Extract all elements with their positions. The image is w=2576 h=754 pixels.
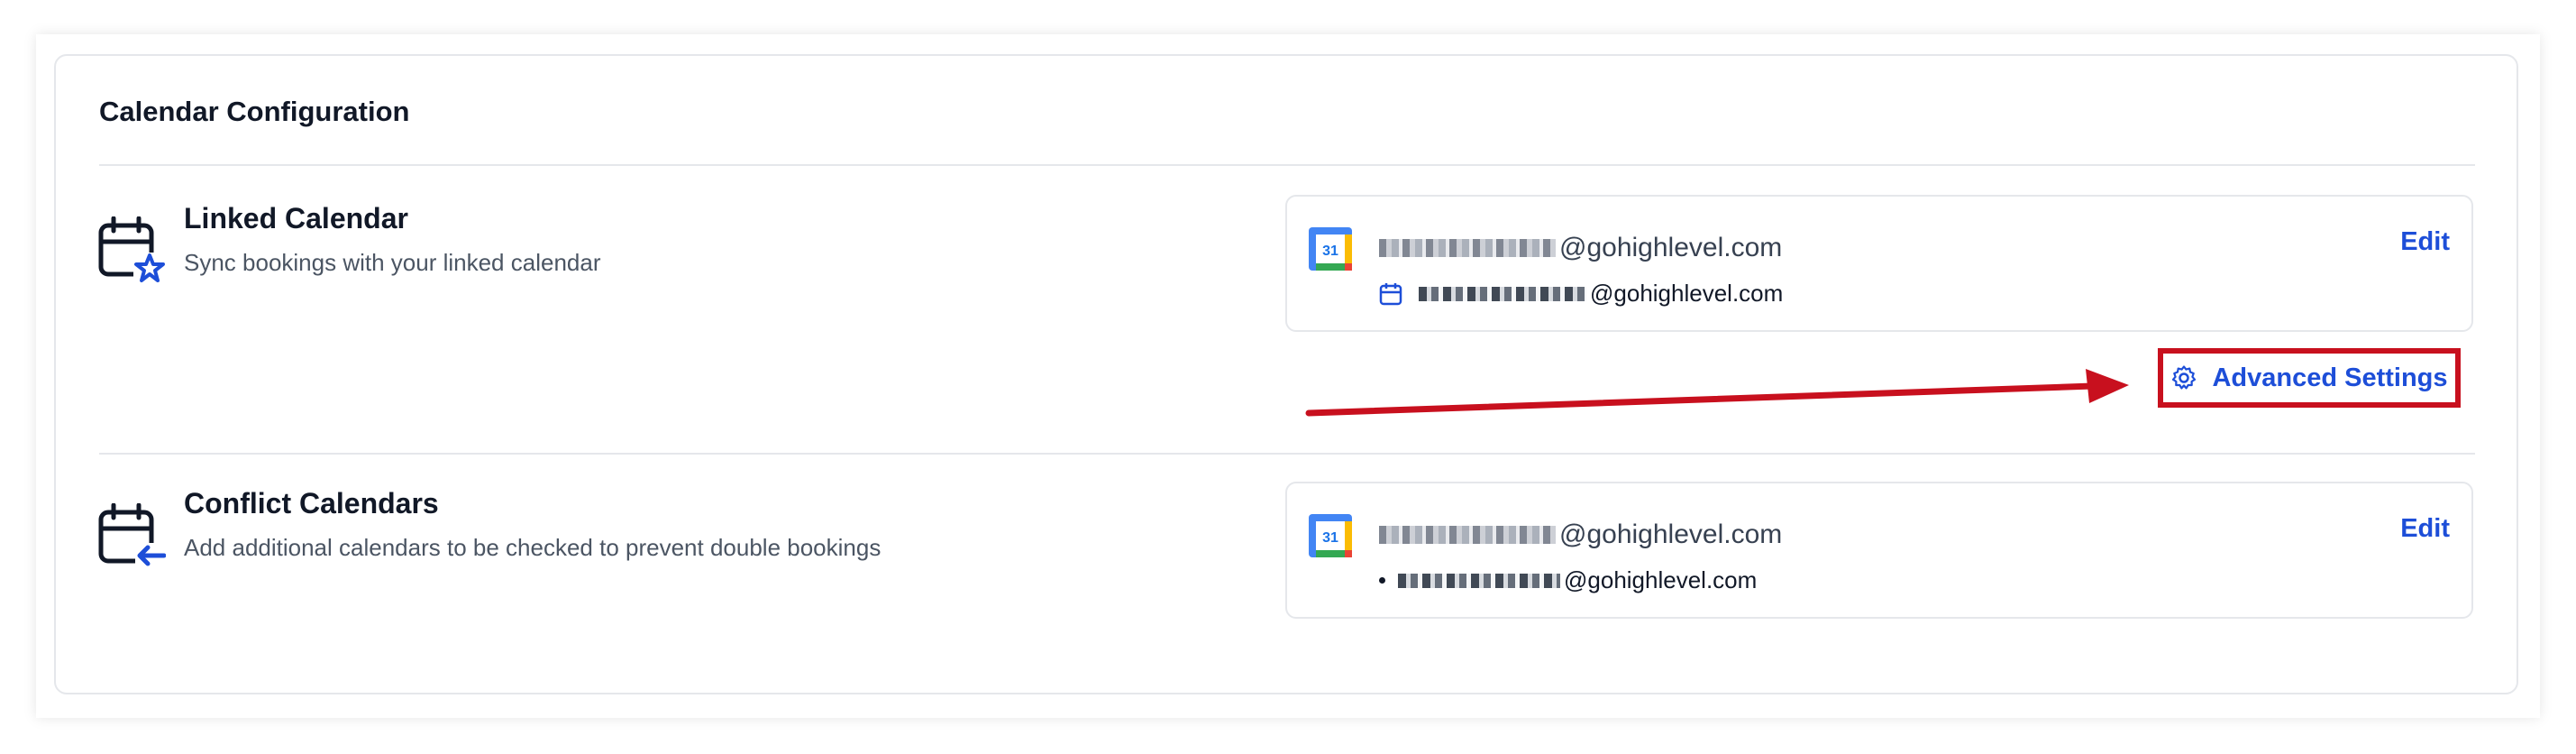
calendar-email-domain: @gohighlevel.com [1590,280,1784,307]
advanced-settings-button[interactable]: Advanced Settings [2158,348,2461,408]
linked-account-box: 31 @gohighlevel.com @gohighlevel.com Edi… [1285,195,2473,332]
calendar-badge-text: 31 [1322,530,1338,546]
calendar-star-icon [98,216,166,285]
email-domain: @gohighlevel.com [1559,233,1783,262]
linked-calendar-email: @gohighlevel.com [1379,280,1783,308]
google-calendar-icon: 31 [1309,227,1352,271]
conflict-calendars-title: Conflict Calendars [184,487,439,520]
gear-icon [2172,365,2197,390]
linked-account-email: @gohighlevel.com [1379,233,1782,263]
calendar-arrow-left-icon [98,503,166,568]
redacted-username [1379,526,1556,544]
conflict-edit-link[interactable]: Edit [2400,514,2450,544]
conflict-account-email: @gohighlevel.com [1379,520,1782,550]
calendar-badge-text: 31 [1322,244,1338,259]
conflict-account-box: 31 @gohighlevel.com @gohighlevel.com Edi… [1285,482,2473,619]
section-divider [99,453,2475,455]
calendar-small-icon [1379,282,1402,305]
card-title: Calendar Configuration [99,96,410,127]
google-calendar-icon: 31 [1309,514,1352,557]
conflict-calendar-email: @gohighlevel.com [1379,566,1757,594]
linked-edit-link[interactable]: Edit [2400,227,2450,257]
calendar-email-domain: @gohighlevel.com [1564,566,1758,593]
annotation-arrow [1305,369,2129,417]
linked-calendar-title: Linked Calendar [184,202,408,234]
redacted-calendar-name [1419,286,1586,301]
linked-calendar-description: Sync bookings with your linked calendar [184,249,601,276]
header-divider [99,164,2475,166]
redacted-username [1379,239,1556,257]
list-bullet [1379,577,1385,584]
email-domain: @gohighlevel.com [1559,520,1783,549]
advanced-settings-label: Advanced Settings [2212,363,2448,392]
redacted-calendar-name [1398,573,1560,588]
conflict-calendars-description: Add additional calendars to be checked t… [184,534,882,561]
